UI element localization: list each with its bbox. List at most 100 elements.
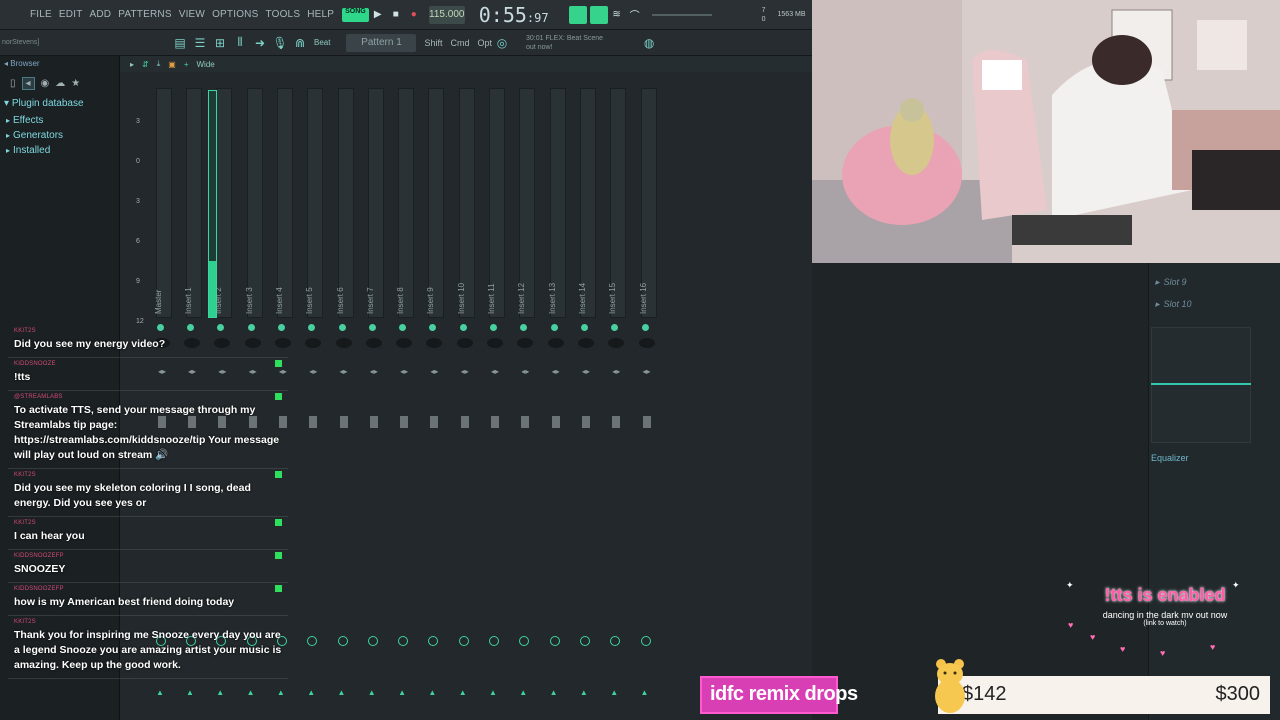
stereo-separation-icon[interactable]: ◂▸	[430, 367, 438, 376]
pan-knob[interactable]	[305, 338, 322, 348]
mixer-view-label[interactable]: Wide	[197, 60, 215, 69]
stop-icon[interactable]: ■	[387, 6, 405, 24]
mixer-strip[interactable]: Insert 12 ◂▸ ▲	[513, 88, 541, 718]
record-icon[interactable]: ●	[405, 6, 423, 24]
menu-file[interactable]: FILE	[30, 9, 52, 20]
menu-view[interactable]: VIEW	[179, 9, 205, 20]
mixer-export-icon[interactable]: ⤓	[157, 59, 161, 69]
file-icon[interactable]: ▯	[10, 78, 16, 89]
strip-enable-led[interactable]	[550, 324, 558, 331]
volume-fader[interactable]	[309, 416, 318, 428]
route-knob[interactable]	[458, 636, 469, 646]
mixer-strip[interactable]: Insert 13 ◂▸ ▲	[544, 88, 572, 718]
opt-button[interactable]: Opt	[478, 38, 493, 48]
route-knob[interactable]	[579, 636, 590, 646]
browser-item-installed[interactable]: ▸ Installed	[0, 143, 119, 158]
strip-enable-led[interactable]	[308, 324, 316, 331]
playlist-icon[interactable]: ▤	[170, 34, 190, 52]
mixer-strip[interactable]: Insert 10 ◂▸ ▲	[453, 88, 481, 718]
pan-knob[interactable]	[487, 338, 503, 348]
browser-section-title[interactable]: ▾ Plugin database	[0, 94, 119, 113]
volume-fader[interactable]	[369, 416, 378, 428]
browser-item-effects[interactable]: ▸ Effects	[0, 113, 119, 128]
mixer-arrow-icon[interactable]: ▸	[130, 60, 134, 69]
mixer-icon[interactable]: ⫴	[230, 34, 250, 52]
pan-knob[interactable]	[396, 338, 413, 348]
mixer-strip[interactable]: Insert 7 ◂▸ ▲	[362, 88, 390, 718]
strip-enable-led[interactable]	[368, 324, 376, 331]
route-arrow-icon[interactable]: ▲	[641, 688, 649, 697]
volume-fader[interactable]	[612, 416, 621, 428]
stereo-separation-icon[interactable]: ◂▸	[370, 367, 378, 376]
pan-knob[interactable]	[456, 338, 473, 348]
tempo-display[interactable]: 115.000	[428, 5, 465, 24]
stereo-separation-icon[interactable]: ◂▸	[521, 367, 529, 376]
route-arrow-icon[interactable]: ▲	[247, 688, 255, 697]
volume-fader[interactable]	[521, 416, 530, 428]
stereo-separation-icon[interactable]: ◂▸	[643, 367, 651, 376]
mixer-layout-icon[interactable]: ▣	[168, 60, 176, 69]
menu-edit[interactable]: EDIT	[59, 9, 83, 20]
route-knob[interactable]	[307, 636, 318, 646]
strip-enable-led[interactable]	[520, 324, 528, 331]
mixer-strip[interactable]: Insert 16 ◂▸ ▲	[635, 88, 663, 718]
strip-enable-led[interactable]	[429, 324, 437, 331]
route-knob[interactable]	[549, 636, 560, 646]
channel-rack-icon[interactable]: ⊞	[210, 34, 230, 52]
plugin-icon[interactable]: ◂	[21, 76, 35, 90]
piano-roll-icon[interactable]: ☰	[190, 34, 210, 52]
stereo-separation-icon[interactable]: ◂▸	[461, 367, 469, 376]
stereo-separation-icon[interactable]: ◂▸	[491, 367, 499, 376]
route-arrow-icon[interactable]: ▲	[398, 688, 406, 697]
pan-knob[interactable]	[547, 338, 564, 348]
volume-fader[interactable]	[642, 416, 651, 428]
route-arrow-icon[interactable]: ▲	[216, 688, 224, 697]
mixer-strip[interactable]: Insert 15 ◂▸ ▲	[604, 88, 632, 718]
strip-enable-led[interactable]	[399, 324, 407, 331]
browser-item-generators[interactable]: ▸ Generators	[0, 128, 119, 143]
menu-help[interactable]: HELP	[307, 9, 334, 20]
stereo-separation-icon[interactable]: ◂▸	[340, 367, 348, 376]
volume-fader[interactable]	[581, 416, 590, 428]
snap-icon[interactable]: ⌒	[626, 6, 644, 24]
cmd-button[interactable]: Cmd	[450, 38, 469, 48]
wait-record-button[interactable]	[589, 5, 608, 24]
pan-knob[interactable]	[517, 338, 534, 348]
mixer-route-icon[interactable]: ⇵	[142, 60, 149, 69]
route-arrow-icon[interactable]: ▲	[186, 688, 194, 697]
wave-icon[interactable]: ≋	[608, 6, 626, 24]
stereo-separation-icon[interactable]: ◂▸	[552, 367, 560, 376]
volume-fader[interactable]	[460, 416, 469, 428]
route-knob[interactable]	[489, 636, 499, 646]
route-arrow-icon[interactable]: ▲	[428, 688, 436, 697]
mixer-strip[interactable]: Insert 6 ◂▸ ▲	[332, 88, 360, 718]
snap-selector[interactable]: Beat	[314, 38, 330, 47]
pan-knob[interactable]	[426, 338, 443, 348]
mixer-add-icon[interactable]: +	[184, 60, 189, 69]
stereo-separation-icon[interactable]: ◂▸	[309, 367, 317, 376]
route-arrow-icon[interactable]: ▲	[519, 688, 527, 697]
route-arrow-icon[interactable]: ▲	[459, 688, 467, 697]
cloud-icon[interactable]: ☁	[55, 78, 65, 89]
strip-enable-led[interactable]	[611, 324, 619, 331]
route-arrow-icon[interactable]: ▲	[338, 688, 346, 697]
route-arrow-icon[interactable]: ▲	[550, 688, 558, 697]
star-icon[interactable]: ★	[71, 78, 80, 89]
route-knob[interactable]	[367, 636, 378, 646]
volume-fader[interactable]	[491, 416, 499, 428]
globe-icon[interactable]: ◍	[639, 34, 659, 52]
route-arrow-icon[interactable]: ▲	[489, 688, 497, 697]
stereo-separation-icon[interactable]: ◂▸	[400, 367, 408, 376]
speaker-icon[interactable]: ◉	[41, 78, 50, 89]
route-knob[interactable]	[519, 636, 530, 646]
mixer-strip[interactable]: Insert 11 ◂▸ ▲	[483, 88, 511, 718]
route-arrow-icon[interactable]: ▲	[580, 688, 588, 697]
play-icon[interactable]: ▶	[369, 6, 387, 24]
pan-knob[interactable]	[638, 338, 655, 348]
route-knob[interactable]	[610, 636, 621, 646]
route-knob[interactable]	[337, 636, 348, 646]
volume-fader[interactable]	[339, 416, 348, 428]
menu-patterns[interactable]: PATTERNS	[118, 9, 171, 20]
volume-fader[interactable]	[400, 416, 409, 428]
route-arrow-icon[interactable]: ▲	[307, 688, 315, 697]
